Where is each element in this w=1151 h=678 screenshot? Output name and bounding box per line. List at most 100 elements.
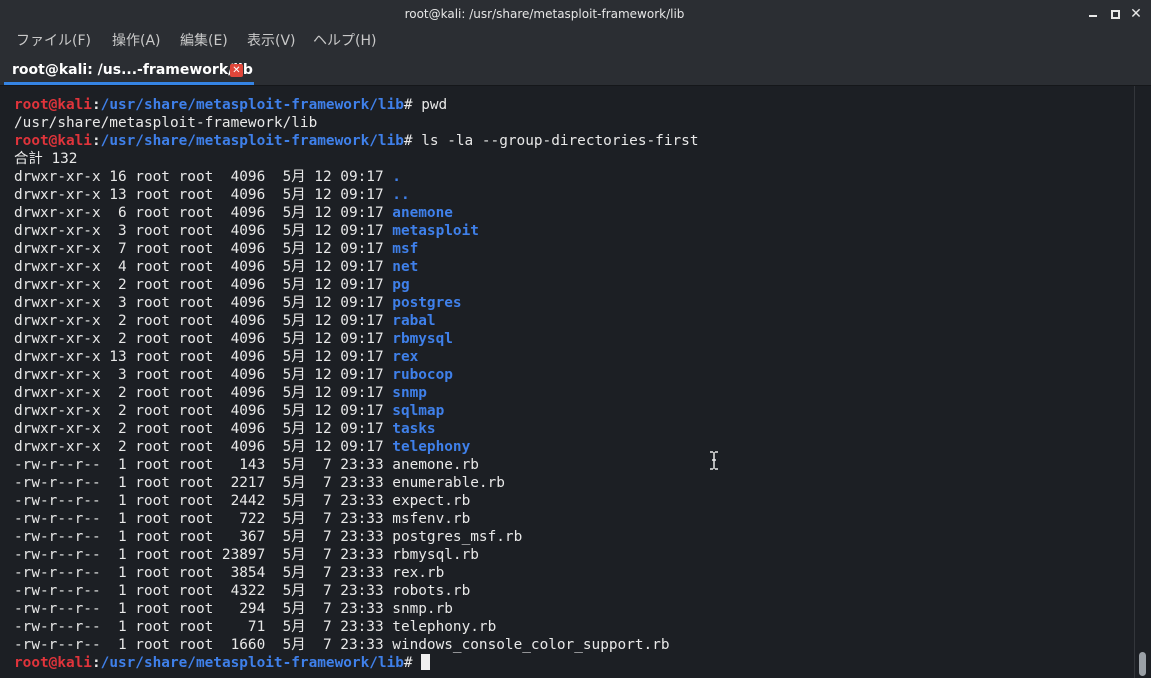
listing-meta: -rw-r--r-- 1 root root 4322 5月 7 23:33 bbox=[14, 583, 393, 599]
listing-row: -rw-r--r-- 1 root root 3854 5月 7 23:33 r… bbox=[14, 564, 698, 582]
directory-name: metasploit bbox=[392, 223, 479, 239]
menu-help[interactable]: ヘルプ(H) bbox=[313, 32, 376, 50]
listing-row: drwxr-xr-x 2 root root 4096 5月 12 09:17 … bbox=[14, 312, 698, 330]
listing-row: -rw-r--r-- 1 root root 2217 5月 7 23:33 e… bbox=[14, 474, 698, 492]
listing-row: -rw-r--r-- 1 root root 23897 5月 7 23:33 … bbox=[14, 546, 698, 564]
listing-meta: drwxr-xr-x 2 root root 4096 5月 12 09:17 bbox=[14, 277, 393, 293]
tab-bar: root@kali: /us...-framework/lib ✕ bbox=[0, 54, 1151, 86]
minimize-icon[interactable] bbox=[1085, 6, 1101, 22]
listing-meta: -rw-r--r-- 1 root root 143 5月 7 23:33 bbox=[14, 457, 393, 473]
prompt-line: root@kali:/usr/share/metasploit-framewor… bbox=[14, 96, 698, 114]
terminal-output[interactable]: root@kali:/usr/share/metasploit-framewor… bbox=[0, 86, 1134, 678]
listing-row: drwxr-xr-x 2 root root 4096 5月 12 09:17 … bbox=[14, 420, 698, 438]
scrollbar-thumb[interactable] bbox=[1139, 652, 1146, 676]
listing-meta: -rw-r--r-- 1 root root 3854 5月 7 23:33 bbox=[14, 565, 393, 581]
file-name: rbmysql.rb bbox=[392, 547, 479, 563]
listing-meta: -rw-r--r-- 1 root root 294 5月 7 23:33 bbox=[14, 601, 393, 617]
listing-row: drwxr-xr-x 4 root root 4096 5月 12 09:17 … bbox=[14, 258, 698, 276]
tab-close-icon[interactable]: ✕ bbox=[230, 64, 243, 77]
directory-name: pg bbox=[392, 277, 410, 293]
menu-edit[interactable]: 編集(E) bbox=[180, 32, 228, 50]
listing-meta: -rw-r--r-- 1 root root 2442 5月 7 23:33 bbox=[14, 493, 393, 509]
close-icon[interactable]: ✕ bbox=[1128, 6, 1144, 22]
listing-meta: drwxr-xr-x 3 root root 4096 5月 12 09:17 bbox=[14, 367, 393, 383]
directory-name: net bbox=[392, 259, 419, 275]
directory-name: . bbox=[392, 169, 401, 185]
text-cursor bbox=[421, 654, 431, 670]
terminal-tab[interactable]: root@kali: /us...-framework/lib ✕ bbox=[0, 54, 254, 86]
listing-row: drwxr-xr-x 13 root root 4096 5月 12 09:17… bbox=[14, 348, 698, 366]
prompt-symbol: # bbox=[403, 133, 422, 149]
prompt-line: root@kali:/usr/share/metasploit-framewor… bbox=[14, 132, 698, 150]
directory-name: snmp bbox=[392, 385, 427, 401]
directory-name: telephony bbox=[392, 439, 471, 455]
listing-meta: drwxr-xr-x 4 root root 4096 5月 12 09:17 bbox=[14, 259, 393, 275]
listing-meta: drwxr-xr-x 6 root root 4096 5月 12 09:17 bbox=[14, 205, 393, 221]
listing-meta: -rw-r--r-- 1 root root 1660 5月 7 23:33 bbox=[14, 637, 393, 653]
directory-name: rex bbox=[392, 349, 419, 365]
file-name: msfenv.rb bbox=[392, 511, 471, 527]
listing-row: drwxr-xr-x 7 root root 4096 5月 12 09:17 … bbox=[14, 240, 698, 258]
file-name: telephony.rb bbox=[392, 619, 497, 635]
menu-bar: ファイル(F) 操作(A) 編集(E) 表示(V) ヘルプ(H) bbox=[0, 28, 1151, 54]
prompt-path: /usr/share/metasploit-framework/lib bbox=[100, 97, 404, 113]
directory-name: anemone bbox=[392, 205, 453, 221]
listing-meta: -rw-r--r-- 1 root root 23897 5月 7 23:33 bbox=[14, 547, 393, 563]
output-line: /usr/share/metasploit-framework/lib bbox=[14, 115, 318, 131]
prompt-path: /usr/share/metasploit-framework/lib bbox=[100, 655, 404, 671]
file-name: rex.rb bbox=[392, 565, 445, 581]
listing-meta: drwxr-xr-x 3 root root 4096 5月 12 09:17 bbox=[14, 295, 393, 311]
listing-meta: -rw-r--r-- 1 root root 722 5月 7 23:33 bbox=[14, 511, 393, 527]
listing-row: -rw-r--r-- 1 root root 143 5月 7 23:33 an… bbox=[14, 456, 698, 474]
listing-meta: drwxr-xr-x 3 root root 4096 5月 12 09:17 bbox=[14, 223, 393, 239]
directory-name: rabal bbox=[392, 313, 436, 329]
directory-name: sqlmap bbox=[392, 403, 445, 419]
prompt-colon: : bbox=[91, 97, 101, 113]
menu-view[interactable]: 表示(V) bbox=[247, 32, 296, 50]
listing-row: drwxr-xr-x 3 root root 4096 5月 12 09:17 … bbox=[14, 294, 698, 312]
listing-meta: drwxr-xr-x 2 root root 4096 5月 12 09:17 bbox=[14, 331, 393, 347]
title-bar: root@kali: /usr/share/metasploit-framewo… bbox=[0, 0, 1151, 28]
command-text: ls -la --group-directories-first bbox=[421, 133, 699, 149]
listing-meta: drwxr-xr-x 7 root root 4096 5月 12 09:17 bbox=[14, 241, 393, 257]
scrollbar[interactable] bbox=[1134, 86, 1151, 678]
listing-row: -rw-r--r-- 1 root root 2442 5月 7 23:33 e… bbox=[14, 492, 698, 510]
directory-name: rubocop bbox=[392, 367, 453, 383]
file-name: windows_console_color_support.rb bbox=[392, 637, 670, 653]
prompt-line: root@kali:/usr/share/metasploit-framewor… bbox=[14, 654, 698, 672]
file-name: enumerable.rb bbox=[392, 475, 505, 491]
directory-name: rbmysql bbox=[392, 331, 453, 347]
maximize-icon[interactable] bbox=[1107, 6, 1123, 22]
directory-name: msf bbox=[392, 241, 419, 257]
window-title: root@kali: /usr/share/metasploit-framewo… bbox=[404, 7, 685, 21]
listing-meta: -rw-r--r-- 1 root root 367 5月 7 23:33 bbox=[14, 529, 393, 545]
file-name: robots.rb bbox=[392, 583, 471, 599]
i-beam-cursor-icon bbox=[710, 451, 718, 470]
listing-row: drwxr-xr-x 6 root root 4096 5月 12 09:17 … bbox=[14, 204, 698, 222]
prompt-path: /usr/share/metasploit-framework/lib bbox=[100, 133, 404, 149]
tab-label: root@kali: /us...-framework/lib bbox=[12, 62, 253, 78]
listing-row: drwxr-xr-x 16 root root 4096 5月 12 09:17… bbox=[14, 168, 698, 186]
listing-row: drwxr-xr-x 2 root root 4096 5月 12 09:17 … bbox=[14, 402, 698, 420]
listing-meta: drwxr-xr-x 13 root root 4096 5月 12 09:17 bbox=[14, 187, 393, 203]
terminal-lines: root@kali:/usr/share/metasploit-framewor… bbox=[14, 96, 698, 672]
listing-row: drwxr-xr-x 2 root root 4096 5月 12 09:17 … bbox=[14, 276, 698, 294]
file-name: anemone.rb bbox=[392, 457, 479, 473]
file-name: expect.rb bbox=[392, 493, 471, 509]
prompt-colon: : bbox=[91, 133, 101, 149]
prompt-symbol: # bbox=[403, 655, 422, 671]
listing-row: -rw-r--r-- 1 root root 367 5月 7 23:33 po… bbox=[14, 528, 698, 546]
listing-meta: drwxr-xr-x 2 root root 4096 5月 12 09:17 bbox=[14, 421, 393, 437]
listing-row: drwxr-xr-x 2 root root 4096 5月 12 09:17 … bbox=[14, 330, 698, 348]
listing-row: -rw-r--r-- 1 root root 1660 5月 7 23:33 w… bbox=[14, 636, 698, 654]
listing-row: drwxr-xr-x 2 root root 4096 5月 12 09:17 … bbox=[14, 384, 698, 402]
prompt-user: root@kali bbox=[14, 97, 92, 113]
menu-file[interactable]: ファイル(F) bbox=[16, 32, 91, 50]
command-text: pwd bbox=[421, 97, 448, 113]
listing-meta: -rw-r--r-- 1 root root 71 5月 7 23:33 bbox=[14, 619, 393, 635]
directory-name: tasks bbox=[392, 421, 436, 437]
prompt-user: root@kali bbox=[14, 133, 92, 149]
prompt-symbol: # bbox=[403, 97, 422, 113]
listing-row: -rw-r--r-- 1 root root 4322 5月 7 23:33 r… bbox=[14, 582, 698, 600]
menu-action[interactable]: 操作(A) bbox=[112, 32, 161, 50]
